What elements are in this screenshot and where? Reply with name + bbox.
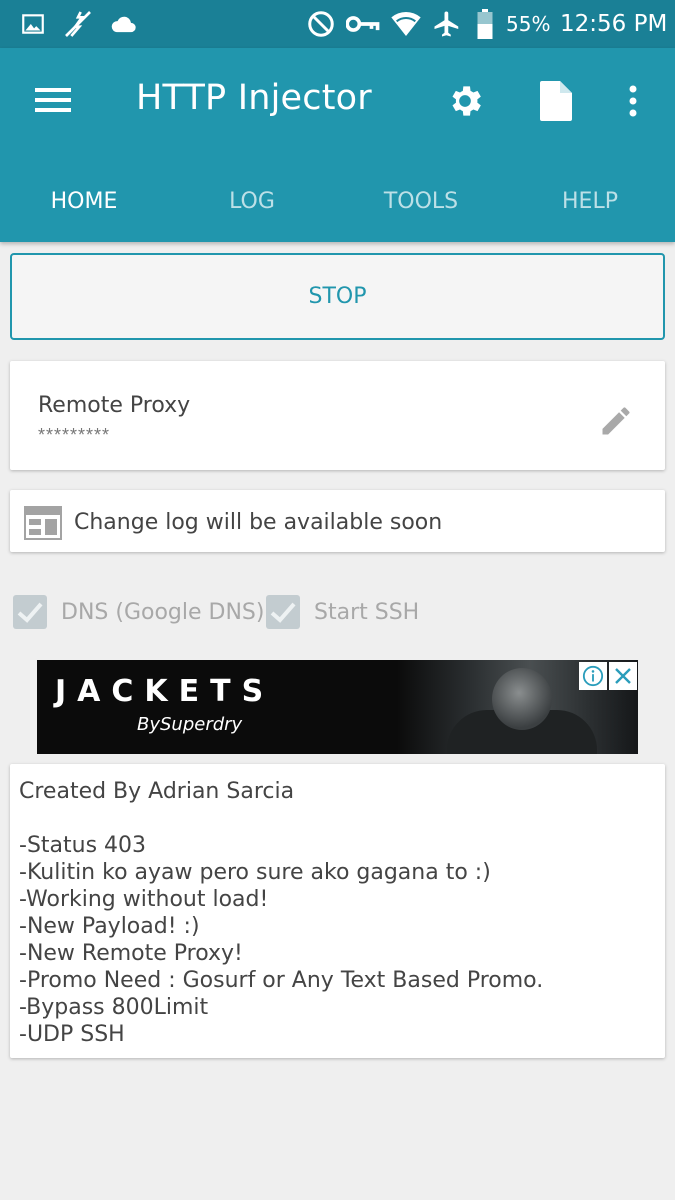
file-icon[interactable] <box>536 80 576 122</box>
change-log-text: Change log will be available soon <box>74 510 443 535</box>
wifi-icon <box>390 10 422 38</box>
image-icon <box>20 10 46 38</box>
dns-label: DNS (Google DNS) <box>61 599 265 625</box>
notes-line: -New Payload! :) <box>19 914 200 939</box>
dns-option[interactable]: DNS (Google DNS) <box>13 592 264 632</box>
ad-info-icon[interactable] <box>579 662 607 690</box>
change-log-card: Change log will be available soon <box>10 490 665 552</box>
notes-line: -Kulitin ko ayaw pero sure ako gagana to… <box>19 860 491 885</box>
notes-line: Created By Adrian Sarcia <box>19 779 295 804</box>
vpn-key-icon <box>346 10 380 38</box>
tab-tools[interactable]: TOOLS <box>337 182 505 222</box>
status-bar: 55% 12:56 PM <box>0 0 675 48</box>
battery-icon <box>474 9 496 39</box>
start-ssh-checkbox[interactable] <box>266 595 300 629</box>
clock: 12:56 PM <box>560 11 668 37</box>
menu-icon[interactable] <box>34 84 72 116</box>
remote-proxy-card[interactable]: Remote Proxy ********* <box>10 361 665 470</box>
notes-line: -New Remote Proxy! <box>19 941 243 966</box>
dns-checkbox[interactable] <box>13 595 47 629</box>
do-not-disturb-icon <box>306 10 336 38</box>
notes-line: -Promo Need : Gosurf or Any Text Based P… <box>19 968 544 993</box>
edit-icon[interactable] <box>598 403 634 444</box>
settings-icon[interactable] <box>444 80 486 122</box>
remote-proxy-title: Remote Proxy <box>38 393 191 418</box>
tab-home[interactable]: HOME <box>0 182 168 222</box>
notes-line: -Bypass 800Limit <box>19 995 209 1020</box>
notes-line <box>19 805 656 832</box>
overflow-menu-icon[interactable] <box>620 80 646 122</box>
notes-line: -Working without load! <box>19 887 269 912</box>
calendar-icon <box>24 506 62 545</box>
start-ssh-option[interactable]: Start SSH <box>266 592 419 632</box>
no-signal-plug-icon <box>62 10 94 38</box>
start-ssh-label: Start SSH <box>314 599 420 625</box>
remote-proxy-value: ********* <box>38 425 111 445</box>
ad-close-icon[interactable] <box>609 662 637 690</box>
tab-help[interactable]: HELP <box>506 182 674 222</box>
ad-subtitle: BySuperdry <box>137 714 243 735</box>
stop-button[interactable]: STOP <box>10 253 665 340</box>
notes-card: Created By Adrian Sarcia -Status 403 -Ku… <box>10 764 665 1058</box>
cloud-icon <box>108 10 140 38</box>
ad-title: JACKETS <box>55 674 275 709</box>
notes-line: -UDP SSH <box>19 1022 125 1047</box>
ad-banner[interactable]: JACKETS BySuperdry <box>37 660 638 754</box>
ad-photo-face <box>492 668 552 730</box>
app-title: HTTP Injector <box>136 78 372 118</box>
notes-line: -Status 403 <box>19 833 147 858</box>
battery-percent: 55% <box>506 12 551 36</box>
app-bar: HTTP Injector HOME LOG TOOLS HELP <box>0 48 675 242</box>
tab-log[interactable]: LOG <box>168 182 336 222</box>
airplane-mode-icon <box>432 10 462 38</box>
